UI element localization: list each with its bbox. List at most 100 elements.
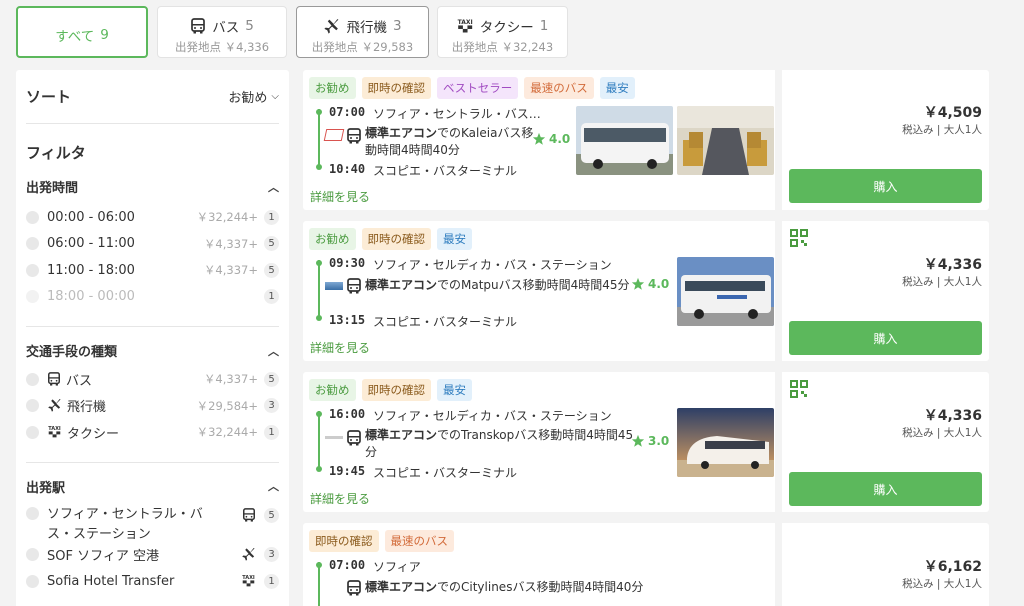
checkbox[interactable] (26, 548, 39, 562)
filter-label: 11:00 - 18:00 (47, 262, 135, 278)
tab-count: 9 (100, 27, 109, 43)
checkbox[interactable] (26, 372, 39, 386)
checkbox[interactable] (26, 574, 39, 588)
checkbox[interactable] (26, 399, 39, 413)
chevron-up-icon: ︿ (268, 180, 279, 194)
details-link[interactable]: 詳細を見る (310, 490, 370, 507)
tag-fastest: 最速のバス (524, 77, 594, 99)
count-badge: 5 (264, 371, 279, 387)
taxi-icon: TAXI ▀▄▀ (242, 575, 255, 588)
tab-count: 3 (392, 18, 402, 34)
taxi-icon-text: TAXI (48, 426, 61, 433)
desc-text: でのCitylinesバス移動時間4時間40分 (437, 580, 644, 594)
checkbox[interactable] (26, 237, 39, 251)
tab-plane[interactable]: 飛行機 3 出発地点 ￥29,583 (296, 6, 429, 58)
checkbox[interactable] (26, 210, 39, 224)
bus-icon (346, 430, 362, 446)
filter-sidebar: ソート お勧め ⌵ フィルタ 出発時間 ︿ 00:00 - 06:00 ￥32,244… (16, 70, 289, 606)
tag-cheapest: 最安 (437, 379, 472, 401)
bus-icon (242, 508, 256, 522)
taxi-icon-text: TAXI (242, 575, 255, 582)
tab-taxi[interactable]: TAXI ▀▄▀ タクシー 1 出発地点 ￥32,243 (437, 6, 568, 58)
price-note: 税込み | 大人1人 (902, 427, 982, 439)
transport-header[interactable]: 交通手段の種類 ︿ (26, 341, 279, 361)
tag-instant-confirm: 即時の確認 (309, 530, 379, 552)
filter-row[interactable]: TAXI ▀▄▀ タクシー ￥32,244+ 1 (26, 419, 279, 446)
filter-row[interactable]: 飛行機 ￥29,584+ 3 (26, 393, 279, 420)
buy-button[interactable]: 購入 (789, 169, 982, 203)
buy-button[interactable]: 購入 (789, 321, 982, 355)
departure-station: ソフィア (373, 560, 421, 574)
rating-value: 4.0 (648, 277, 670, 291)
sort-dropdown[interactable]: お勧め ⌵ (228, 87, 279, 106)
count-badge: 5 (264, 236, 279, 252)
tab-count: 1 (539, 18, 549, 34)
checkbox[interactable] (26, 263, 39, 277)
checkbox[interactable] (26, 425, 39, 439)
checkbox[interactable] (26, 506, 39, 520)
taxi-icon: TAXI ▀▄▀ (457, 19, 473, 33)
tag-cheapest: 最安 (437, 228, 472, 250)
result-card: 即時の確認 最速のバス 07:00 ソフィア 標準エアコンでのCitylines… (303, 523, 989, 606)
tab-price: 出発地点 ￥29,583 (311, 40, 414, 54)
tag-cheapest: 最安 (599, 77, 635, 99)
price-note: 税込み | 大人1人 (902, 578, 982, 590)
desc-text: 分 (365, 445, 378, 459)
price: ￥4,336 (923, 408, 982, 424)
details-link[interactable]: 詳細を見る (310, 339, 370, 356)
tag-instant-confirm: 即時の確認 (361, 379, 431, 401)
tab-price: 出発地点 ￥32,243 (451, 40, 554, 54)
desc-bold: 標準エアコン (365, 428, 438, 442)
count-badge: 5 (264, 262, 279, 278)
filter-row[interactable]: 06:00 - 11:00 ￥4,337+ 5 (26, 231, 279, 258)
price-note: 税込み | 大人1人 (902, 276, 982, 288)
arrival-time: 10:40 (329, 162, 366, 176)
star-icon (631, 277, 645, 291)
desc-text: でのTranskopバス移動時間4時間45 (437, 428, 634, 442)
filter-row[interactable]: Sofia Hotel Transfer TAXI ▀▄▀ 1 (26, 568, 279, 595)
buy-button[interactable]: 購入 (789, 472, 982, 506)
filter-row[interactable]: 11:00 - 18:00 ￥4,337+ 5 (26, 257, 279, 284)
desc-bold: 標準エアコン (365, 580, 438, 594)
operator-logo-icon (323, 129, 345, 141)
tag-instant-confirm: 即時の確認 (361, 77, 431, 99)
arrival-station: スコピエ・バスターミナル (373, 466, 518, 480)
chevron-up-icon: ︿ (268, 344, 279, 358)
bus-interior-photo (677, 106, 774, 175)
filter-row[interactable]: SOF ソフィア 空港 3 (26, 542, 279, 569)
bus-photo (677, 408, 774, 477)
filter-row[interactable]: 00:00 - 06:00 ￥32,244+ 1 (26, 204, 279, 231)
departure-time: 16:00 (329, 407, 366, 421)
departure-time-header[interactable]: 出発時間 ︿ (26, 177, 279, 197)
tab-bus[interactable]: バス 5 出発地点 ￥4,336 (157, 6, 287, 58)
group-title: 出発駅 (26, 480, 66, 496)
filter-label: バス (66, 373, 93, 389)
bus-icon (346, 580, 362, 596)
details-link[interactable]: 詳細を見る (310, 188, 370, 205)
departure-station: ソフィア・セルディカ・バス・ステーション (373, 258, 612, 272)
departure-time: 07:00 (329, 558, 366, 572)
station-header[interactable]: 出発駅 ︿ (26, 477, 279, 496)
filter-row[interactable]: ソフィア・セントラル・バ ス・ステーション 5 (26, 502, 279, 542)
taxi-icon: TAXI ▀▄▀ (48, 426, 61, 439)
filter-label: SOF ソフィア 空港 (47, 549, 159, 565)
plane-icon (241, 547, 256, 562)
bus-icon (346, 278, 362, 294)
tag-recommended: お勧め (309, 379, 356, 401)
result-card: お勧め 即時の確認 ベストセラー 最速のバス 最安 07:00 ソフィア・セント… (303, 70, 989, 210)
plane-icon (47, 398, 62, 413)
rating-value: 3.0 (648, 434, 670, 448)
count-badge: 3 (264, 398, 279, 414)
filter-label: Sofia Hotel Transfer (47, 573, 175, 589)
tag-instant-confirm: 即時の確認 (361, 228, 431, 250)
tab-all[interactable]: すべて 9 (16, 6, 148, 58)
departure-station: ソフィア・セルディカ・バス・ステーション (373, 409, 612, 423)
chevron-up-icon: ︿ (268, 480, 279, 493)
departure-station: ソフィア・セントラル・バス… (373, 107, 541, 121)
filter-label: ス・ステーション (47, 526, 151, 542)
departure-time: 07:00 (329, 105, 366, 119)
filter-row[interactable]: バス ￥4,337+ 5 (26, 366, 279, 393)
star-icon (631, 434, 645, 448)
filter-label: 飛行機 (67, 400, 107, 416)
operator-logo-icon (325, 436, 343, 439)
